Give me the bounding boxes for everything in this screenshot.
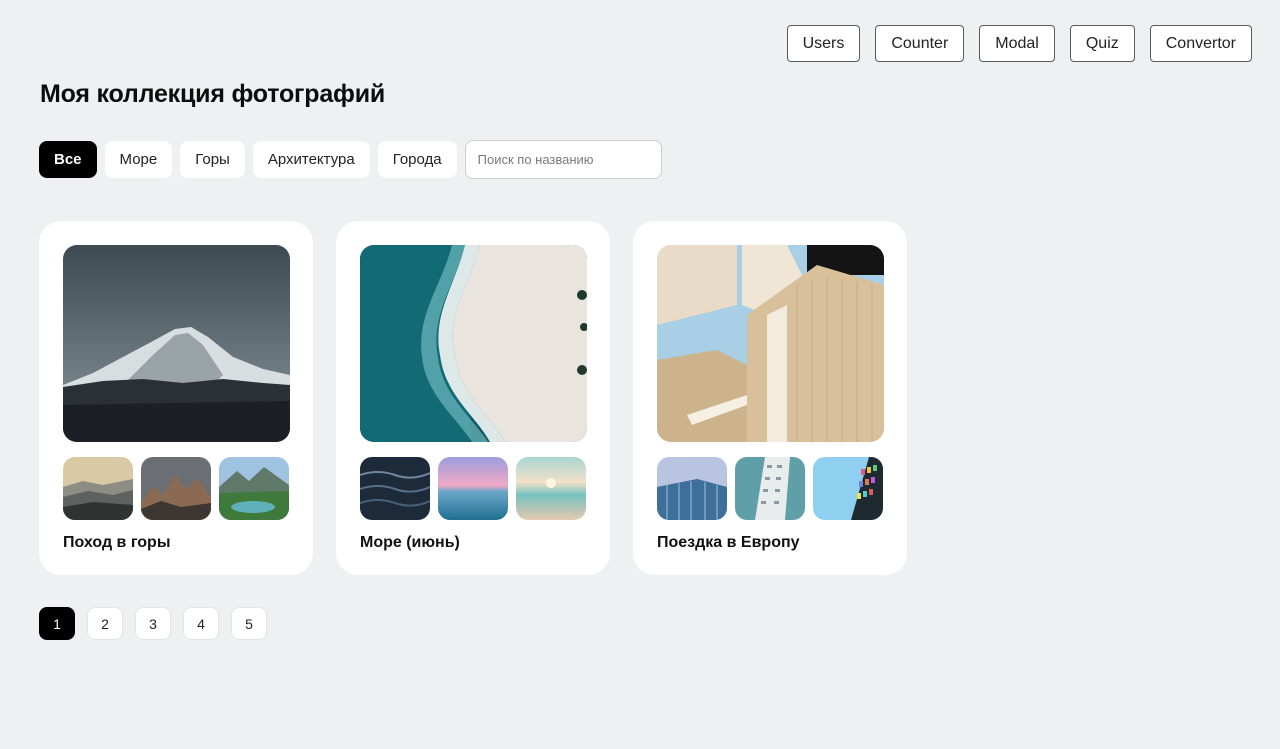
pagination: 1 2 3 4 5	[39, 607, 267, 640]
search-input[interactable]	[464, 140, 662, 179]
thumbnail-row	[63, 457, 289, 520]
collection-title: Поход в горы	[63, 534, 171, 551]
page-button-1[interactable]: 1	[39, 607, 75, 640]
thumbnail-row	[360, 457, 586, 520]
thumbnail-row	[657, 457, 883, 520]
collection-title: Море (июнь)	[360, 534, 460, 551]
collection-grid: Поход в горы Море (июнь) Поездка в Европ…	[39, 221, 907, 575]
wooden-architecture-photo	[657, 245, 884, 442]
filter-mountains[interactable]: Горы	[180, 141, 245, 178]
page-button-3[interactable]: 3	[135, 607, 171, 640]
page-button-4[interactable]: 4	[183, 607, 219, 640]
snowy-mountain-photo	[63, 245, 290, 442]
collection-card-mountains[interactable]: Поход в горы	[39, 221, 313, 575]
misty-ridges-photo[interactable]	[63, 457, 133, 520]
dark-water-photo[interactable]	[360, 457, 430, 520]
filter-all[interactable]: Все	[39, 141, 97, 178]
page-title: Моя коллекция фотографий	[40, 80, 386, 108]
collection-card-europe[interactable]: Поездка в Европу	[633, 221, 907, 575]
pink-sunset-sea-photo[interactable]	[438, 457, 508, 520]
nav-convertor-button[interactable]: Convertor	[1149, 25, 1252, 62]
collection-card-sea[interactable]: Море (июнь)	[336, 221, 610, 575]
filter-sea[interactable]: Море	[104, 141, 173, 178]
rocky-peaks-photo[interactable]	[141, 457, 211, 520]
filter-cities[interactable]: Города	[377, 141, 457, 178]
collection-title: Поездка в Европу	[657, 534, 800, 551]
alpine-lake-photo[interactable]	[219, 457, 289, 520]
nav-users-button[interactable]: Users	[786, 25, 861, 62]
top-navigation: Users Counter Modal Quiz Convertor	[786, 25, 1252, 62]
category-filters: Все Море Горы Архитектура Города	[39, 140, 662, 179]
page-button-2[interactable]: 2	[87, 607, 123, 640]
beach-sunset-photo[interactable]	[516, 457, 586, 520]
glass-building-photo[interactable]	[657, 457, 727, 520]
nav-modal-button[interactable]: Modal	[979, 25, 1055, 62]
page-button-5[interactable]: 5	[231, 607, 267, 640]
filter-architecture[interactable]: Архитектура	[252, 141, 370, 178]
aerial-wave-beach-photo	[360, 245, 587, 442]
colorful-facade-photo[interactable]	[813, 457, 883, 520]
nav-counter-button[interactable]: Counter	[875, 25, 965, 62]
nav-quiz-button[interactable]: Quiz	[1069, 25, 1135, 62]
white-tower-photo[interactable]	[735, 457, 805, 520]
